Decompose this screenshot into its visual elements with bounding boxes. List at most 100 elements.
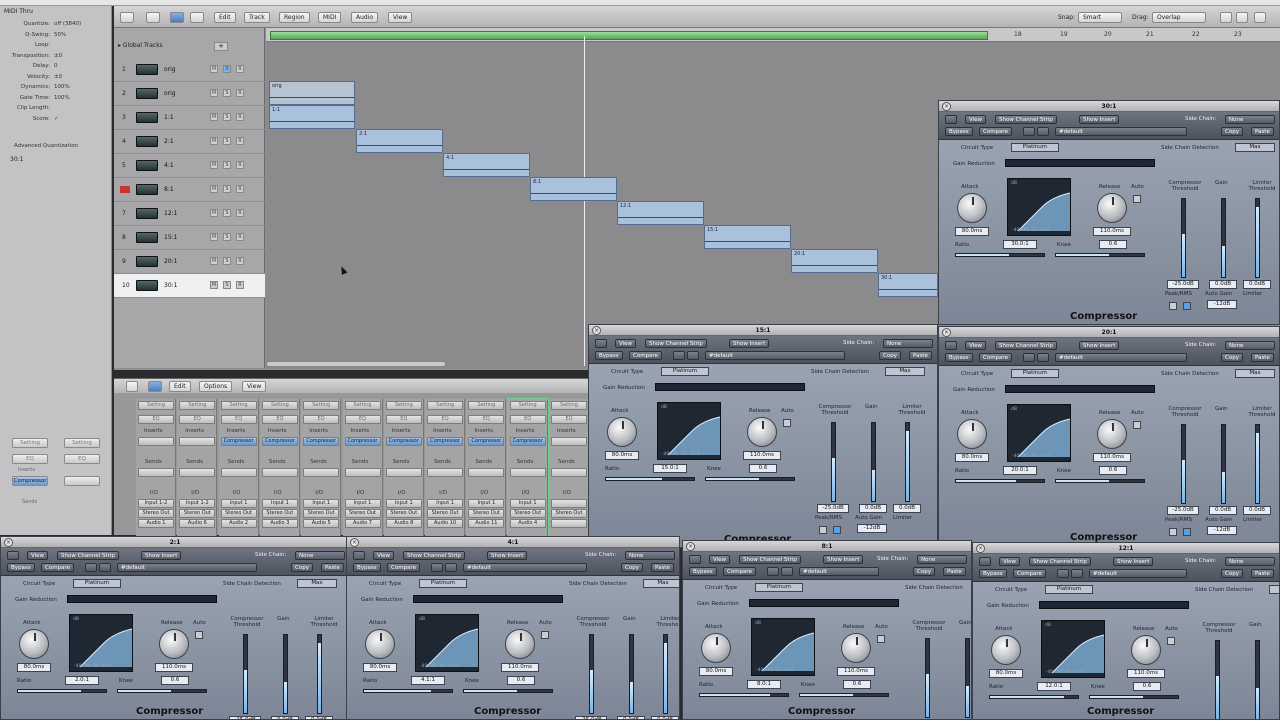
strip-setting-button[interactable]: Setting [427,401,464,410]
strip-input-slot[interactable]: Input 1 [385,499,422,508]
next-preset-icon[interactable] [781,567,793,576]
next-preset-icon[interactable] [687,351,699,360]
inspector-row-value[interactable]: ±0 [54,72,62,83]
toolbar-catch-icon[interactable] [190,12,204,23]
knee-value[interactable]: 0.6 [1099,466,1127,475]
link-icon[interactable] [945,341,957,350]
previous-preset-icon[interactable] [85,563,97,572]
side-chain-select[interactable]: None [625,551,675,560]
view-menu[interactable]: View [965,115,987,124]
knee-value[interactable]: 0.6 [161,676,189,685]
audio-region[interactable]: 15:1 [704,225,791,249]
strip-eq-button[interactable]: EQ [261,415,298,424]
ratio-value[interactable]: 4.1:1 [411,676,445,685]
horizontal-scrollbar[interactable] [266,361,446,367]
link-icon[interactable] [979,557,991,566]
paste-button[interactable]: Paste [1251,353,1274,362]
track-button-r-icon[interactable]: R [236,257,244,265]
track-button-s-icon[interactable]: S [223,233,231,241]
strip-insert-slot[interactable]: Compressor [468,437,505,446]
strip-output-slot[interactable]: Stereo Out [551,509,587,518]
peak-button[interactable] [819,526,827,534]
attack-value[interactable]: 80.0ms [605,451,639,460]
strip-input-slot[interactable]: Input 1-2 [179,499,216,508]
next-preset-icon[interactable] [99,563,111,572]
audio-region[interactable]: 30:1 [878,273,938,297]
release-value[interactable]: 110.0ms [1093,453,1131,462]
track-name[interactable]: orig [164,66,176,73]
paste-button[interactable]: Paste [1251,127,1274,136]
track-name[interactable]: 8:1 [164,186,174,193]
track-button-m-icon[interactable]: M [210,281,218,289]
close-icon[interactable]: × [942,102,951,111]
inspector-row-value[interactable]: 100% [54,93,70,104]
strip-name[interactable]: Audio 5 [303,519,340,528]
strip-input-slot[interactable] [551,499,587,508]
copy-button[interactable]: Copy [1221,569,1243,578]
strip-insert-slot[interactable]: Compressor [261,437,298,446]
paste-button[interactable]: Paste [943,567,966,576]
track-button-s-icon[interactable]: S [223,161,231,169]
track-header-1[interactable]: 1 orig M S R [114,58,265,82]
attack-knob[interactable] [607,417,637,447]
track-name[interactable]: 2:1 [164,138,174,145]
strip-insert-slot[interactable]: Compressor [509,437,546,446]
limiter-value[interactable]: 0.0dB [651,716,679,719]
compare-button[interactable]: Compare [41,563,74,572]
auto-release-checkbox[interactable] [195,631,203,639]
gain-slider[interactable] [283,634,288,714]
track-button-s-icon[interactable]: S [223,113,231,121]
previous-preset-icon[interactable] [1023,353,1035,362]
gain-slider[interactable] [1221,424,1226,504]
toolbar-close-icon[interactable] [120,12,134,23]
close-icon[interactable]: × [4,538,13,547]
strip-send-slot[interactable] [551,468,587,477]
global-tracks-toggle[interactable]: ▸ Global Tracks [118,42,163,49]
auto-release-checkbox[interactable] [1133,421,1141,429]
mixer-link-icon[interactable] [148,381,162,392]
knee-value[interactable]: 0.6 [507,676,535,685]
release-value[interactable]: 110.0ms [155,663,193,672]
strip-setting-button[interactable]: Setting [138,401,174,410]
cycle-range[interactable] [270,31,988,40]
track-button-s-icon[interactable]: S [223,209,231,217]
copy-button[interactable]: Copy [621,563,643,572]
attack-knob[interactable] [991,635,1021,665]
track-button-r-icon[interactable]: R [236,209,244,217]
threshold-slider[interactable] [1181,198,1186,278]
add-track-button[interactable]: + [214,42,228,51]
attack-knob[interactable] [365,629,395,659]
gain-slider[interactable] [965,638,970,718]
strip-setting-button[interactable]: Setting [261,401,298,410]
strip-name[interactable]: Audio 3 [261,519,298,528]
knee-value[interactable]: 0.6 [1099,240,1127,249]
show-insert-menu[interactable]: Show Insert [1113,557,1154,566]
knee-slider[interactable] [117,689,207,693]
copy-button[interactable]: Copy [879,351,901,360]
strip-send-slot[interactable] [468,468,505,477]
release-value[interactable]: 110.0ms [837,667,875,676]
strip-output-slot[interactable]: Stereo Out [427,509,464,518]
auto-release-checkbox[interactable] [783,419,791,427]
strip-name[interactable]: Audio 6 [179,519,216,528]
threshold-value[interactable]: -25.0dB [575,716,607,719]
mixer-menu-edit[interactable]: Edit [169,381,191,392]
side-chain-select[interactable]: None [1225,115,1275,124]
attack-value[interactable]: 80.0ms [17,663,51,672]
inspector-row-value[interactable]: 100% [54,82,70,93]
snap-select[interactable]: Smart [1078,12,1122,23]
menu-edit[interactable]: Edit [214,12,236,23]
track-button-s-icon[interactable]: S [223,65,231,73]
strip-setting-button[interactable]: Setting [303,401,340,410]
strip-setting-button[interactable]: Setting [385,401,422,410]
track-button-m-icon[interactable]: M [210,65,218,73]
strip-input-slot[interactable]: Input 1 [303,499,340,508]
auto-release-checkbox[interactable] [877,635,885,643]
threshold-slider[interactable] [1215,640,1220,719]
inspector-eq-button[interactable]: EQ [12,454,48,464]
gain-slider[interactable] [871,422,876,502]
previous-preset-icon[interactable] [767,567,779,576]
gain-value[interactable]: 0.0dB [271,716,299,719]
strip-setting-button[interactable]: Setting [551,401,587,410]
ratio-value[interactable]: 12.0:1 [1037,682,1071,691]
